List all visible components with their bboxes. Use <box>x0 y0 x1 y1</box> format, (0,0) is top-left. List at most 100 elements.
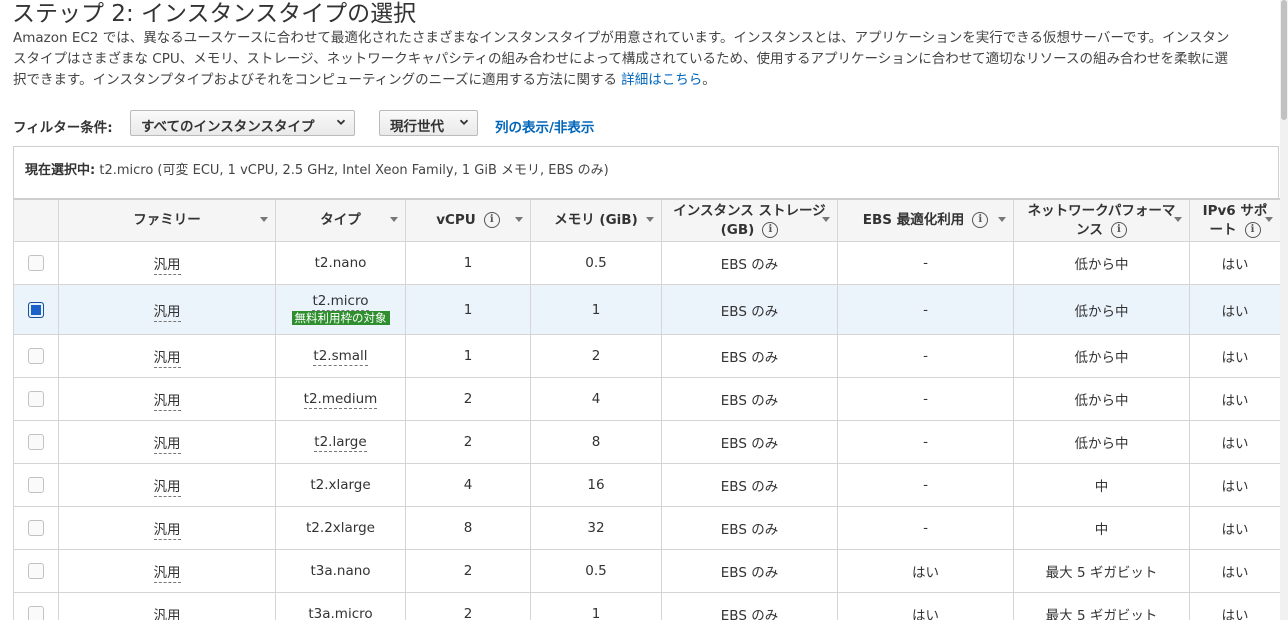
current-selection-label: 現在選択中: <box>25 163 96 178</box>
table-row[interactable]: 汎用 t2.xlarge 4 16 EBS のみ - 中 はい <box>13 463 1280 507</box>
vcpu-cell: 1 <box>463 348 473 364</box>
chevron-down-icon <box>459 119 469 125</box>
sort-caret-icon[interactable] <box>260 217 268 223</box>
family-cell: 汎用 <box>153 608 181 620</box>
memory-cell: 32 <box>587 520 605 536</box>
memory-cell: 1 <box>591 606 601 620</box>
header-network-performance[interactable]: ネットワークパフォーマ ンス i <box>1013 198 1190 242</box>
vcpu-cell: 2 <box>463 434 473 450</box>
network-cell: 中 <box>1094 479 1109 495</box>
header-vcpu[interactable]: vCPU i <box>405 198 531 242</box>
instance-type-filter-value: すべてのインスタンスタイプ <box>141 119 315 135</box>
row-checkbox[interactable] <box>28 348 44 364</box>
family-cell: 汎用 <box>153 393 181 411</box>
vertical-scrollbar[interactable] <box>1280 0 1288 620</box>
vcpu-cell: 2 <box>463 606 473 620</box>
table-row[interactable]: 汎用 t2.medium 2 4 EBS のみ - 低から中 はい <box>13 377 1280 421</box>
sort-caret-icon[interactable] <box>1174 217 1182 223</box>
table-row[interactable]: 汎用 t2.2xlarge 8 32 EBS のみ - 中 はい <box>13 506 1280 550</box>
storage-cell: EBS のみ <box>720 257 779 273</box>
header-family[interactable]: ファミリー <box>58 198 276 242</box>
table-row-selected[interactable]: 汎用 t2.micro 無料利用枠の対象 1 1 EBS のみ - 低から中 は… <box>13 284 1280 335</box>
memory-cell: 4 <box>591 391 601 407</box>
table-row[interactable]: 汎用 t2.nano 1 0.5 EBS のみ - 低から中 はい <box>13 241 1280 285</box>
memory-cell: 0.5 <box>585 563 607 579</box>
network-cell: 低から中 <box>1074 303 1129 320</box>
ebs-cell: はい <box>912 565 939 581</box>
row-checkbox[interactable] <box>28 434 44 450</box>
row-checkbox[interactable] <box>28 391 44 407</box>
ebs-cell: - <box>923 477 928 493</box>
ebs-cell: - <box>923 520 928 536</box>
info-icon[interactable]: i <box>483 212 500 228</box>
show-hide-columns-link[interactable]: 列の表示/非表示 <box>495 116 594 136</box>
storage-cell: EBS のみ <box>720 350 779 366</box>
family-cell: 汎用 <box>153 257 181 275</box>
family-cell: 汎用 <box>153 565 181 583</box>
row-checkbox[interactable] <box>28 477 44 493</box>
table-row[interactable]: 汎用 t3a.micro 2 1 EBS のみ はい 最大 5 ギガビット はい <box>13 592 1280 620</box>
sort-caret-icon[interactable] <box>515 217 523 223</box>
description-line-1: Amazon EC2 では、異なるユースケースに合わせて最適化されたさまざまなイ… <box>13 30 1230 46</box>
storage-cell: EBS のみ <box>720 565 779 581</box>
ipv6-cell: はい <box>1221 479 1249 495</box>
sort-caret-icon[interactable] <box>998 217 1006 223</box>
storage-cell: EBS のみ <box>720 479 779 495</box>
network-cell: 低から中 <box>1074 350 1129 366</box>
row-checkbox[interactable] <box>28 255 44 271</box>
current-selection-value: t2.micro (可変 ECU, 1 vCPU, 2.5 GHz, Intel… <box>99 163 609 178</box>
sort-caret-icon[interactable] <box>390 217 398 223</box>
ebs-cell: - <box>923 348 928 364</box>
table-row[interactable]: 汎用 t2.small 1 2 EBS のみ - 低から中 はい <box>13 334 1280 378</box>
info-icon[interactable]: i <box>762 221 779 238</box>
instance-type-filter-select[interactable]: すべてのインスタンスタイプ <box>130 110 355 136</box>
ipv6-cell: はい <box>1221 393 1249 409</box>
description-line-3: 択できます。インスタンプタイプおよびそれをコンピューティングのニーズに適用する方… <box>13 72 617 88</box>
type-cell: t2.medium <box>303 391 378 409</box>
header-memory[interactable]: メモリ (GiB) <box>530 198 662 242</box>
vcpu-cell: 2 <box>463 391 473 407</box>
sort-caret-icon[interactable] <box>822 217 830 223</box>
type-cell: t2.xlarge <box>310 477 371 493</box>
table-row[interactable]: 汎用 t3a.nano 2 0.5 EBS のみ はい 最大 5 ギガビット は… <box>13 549 1280 593</box>
header-type[interactable]: タイプ <box>275 198 406 242</box>
row-checkbox-checked[interactable] <box>28 301 44 318</box>
row-checkbox[interactable] <box>28 563 44 579</box>
row-checkbox[interactable] <box>28 520 44 536</box>
info-icon[interactable]: i <box>1110 221 1127 238</box>
sort-caret-icon[interactable] <box>646 217 654 223</box>
vcpu-cell: 4 <box>463 477 473 493</box>
header-select <box>13 198 59 242</box>
learn-more-link[interactable]: 詳細はこちら <box>621 72 702 88</box>
type-cell: t3a.micro <box>308 606 373 620</box>
free-tier-badge: 無料利用枠の対象 <box>291 311 390 325</box>
type-cell: t2.small <box>313 348 368 366</box>
ipv6-cell: はい <box>1221 257 1249 273</box>
storage-cell: EBS のみ <box>720 522 779 538</box>
network-cell: 最大 5 ギガビット <box>1045 608 1158 620</box>
network-cell: 最大 5 ギガビット <box>1045 565 1158 581</box>
info-icon[interactable]: i <box>972 212 989 228</box>
scrollbar-thumb[interactable] <box>1281 0 1287 120</box>
header-instance-storage[interactable]: インスタンス ストレージ (GB) i <box>661 198 838 242</box>
ebs-cell: - <box>923 391 928 407</box>
table-header-row: ファミリー タイプ vCPUi メモリ (GiB) インスタンス ストレージ <box>13 198 1280 242</box>
info-icon[interactable]: i <box>1244 221 1261 238</box>
generation-filter-select[interactable]: 現行世代 <box>379 110 478 136</box>
ebs-cell: はい <box>912 608 939 620</box>
family-cell: 汎用 <box>153 436 181 454</box>
ebs-cell: - <box>923 301 928 318</box>
generation-filter-value: 現行世代 <box>390 119 444 135</box>
ebs-cell: - <box>923 434 928 450</box>
ipv6-cell: はい <box>1221 608 1249 620</box>
sort-caret-icon[interactable] <box>1265 217 1273 223</box>
ipv6-cell: はい <box>1221 350 1249 366</box>
header-ipv6-support[interactable]: IPv6 サポ ート i <box>1189 198 1280 242</box>
header-ebs-optimized[interactable]: EBS 最適化利用 i <box>837 198 1014 242</box>
storage-cell: EBS のみ <box>720 393 779 409</box>
description-line-2: スタイプはさまざまな CPU、メモリ、ストレージ、ネットワークキャパシティの組み… <box>13 51 1229 67</box>
network-cell: 低から中 <box>1074 257 1129 273</box>
table-row[interactable]: 汎用 t2.large 2 8 EBS のみ - 低から中 はい <box>13 420 1280 464</box>
row-checkbox[interactable] <box>28 606 44 620</box>
network-cell: 中 <box>1094 522 1109 538</box>
